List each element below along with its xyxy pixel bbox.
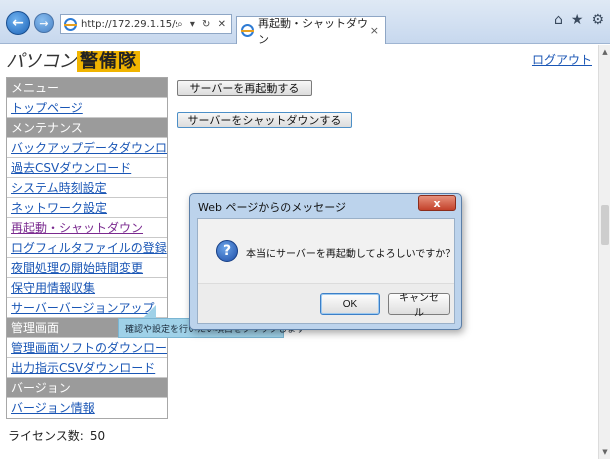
- home-icon[interactable]: ⌂: [554, 12, 563, 28]
- browser-chrome: ← → http://172.29.1.15/shut ⌕ ▾ ↻ ✕ 再起動・…: [0, 0, 610, 46]
- question-icon: ?: [216, 240, 238, 262]
- ok-button[interactable]: OK: [320, 293, 380, 315]
- license-label: ライセンス数:: [8, 429, 84, 443]
- close-icon: x: [433, 196, 441, 210]
- menu-item-night-process-time[interactable]: 夜間処理の開始時間変更: [7, 258, 167, 278]
- menu-item-output-csv-download[interactable]: 出力指示CSVダウンロード: [7, 358, 167, 378]
- tooltip-pointer: [142, 305, 156, 319]
- menu-item-maintenance-info[interactable]: 保守用情報収集: [7, 278, 167, 298]
- menu-header-version: バージョン: [7, 378, 167, 398]
- shutdown-server-button[interactable]: サーバーをシャットダウンする: [177, 112, 352, 128]
- logo-text: パソコン: [6, 51, 77, 72]
- menu-item-restart-shutdown[interactable]: 再起動・シャットダウン: [7, 218, 167, 238]
- logo: パソコン 警備隊: [6, 47, 140, 73]
- restart-server-button[interactable]: サーバーを再起動する: [177, 80, 312, 96]
- forward-button[interactable]: →: [34, 13, 54, 33]
- menu-item-past-csv-download[interactable]: 過去CSVダウンロード: [7, 158, 167, 178]
- menu-item-version-info[interactable]: バージョン情報: [7, 398, 167, 418]
- ie-tab-icon: [241, 24, 254, 37]
- scroll-up-icon[interactable]: ▲: [600, 46, 610, 58]
- confirm-dialog: Web ページからのメッセージ x ? 本当にサーバーを再起動してよろしいですか…: [189, 193, 462, 330]
- dialog-close-button[interactable]: x: [418, 195, 456, 211]
- cancel-button[interactable]: キャンセル: [388, 293, 450, 319]
- menu-item-top-page[interactable]: トップページ: [7, 98, 167, 118]
- tab-title: 再起動・シャットダウン: [258, 16, 368, 46]
- ie-page-icon: [64, 17, 77, 31]
- menu-item-log-filter[interactable]: ログフィルタファイルの登録: [7, 238, 167, 258]
- license-value: 50: [89, 429, 106, 443]
- menu-item-admin-soft-download[interactable]: 管理画面ソフトのダウンロード: [7, 338, 167, 358]
- favorites-star-icon[interactable]: ★: [571, 12, 584, 28]
- dialog-button-row: OK キャンセル: [198, 283, 454, 323]
- dialog-title: Web ページからのメッセージ: [198, 201, 347, 214]
- address-url: http://172.29.1.15/shut: [81, 18, 177, 30]
- menu-item-system-time[interactable]: システム時刻設定: [7, 178, 167, 198]
- menu-item-backup-download[interactable]: バックアップデータダウンロード: [7, 138, 167, 158]
- back-arrow-icon: ←: [12, 15, 24, 31]
- menu-header-maintenance: メンテナンス: [7, 118, 167, 138]
- gear-icon[interactable]: ⚙: [591, 12, 604, 28]
- dialog-body: ? 本当にサーバーを再起動してよろしいですか？ OK キャンセル: [197, 218, 455, 324]
- side-menu: メニュー トップページ メンテナンス バックアップデータダウンロード 過去CSV…: [6, 77, 168, 419]
- tab-restart-shutdown[interactable]: 再起動・シャットダウン ×: [236, 16, 386, 46]
- scroll-down-icon[interactable]: ▼: [600, 446, 610, 458]
- forward-arrow-icon: →: [39, 16, 49, 30]
- license-count: ライセンス数: 50: [8, 427, 105, 444]
- vertical-scrollbar[interactable]: ▲ ▼: [598, 45, 610, 459]
- tab-close-icon[interactable]: ×: [370, 24, 385, 37]
- scroll-thumb[interactable]: [601, 205, 609, 245]
- address-tools[interactable]: ⌕ ▾ ↻ ✕: [177, 19, 231, 30]
- back-button[interactable]: ←: [6, 11, 30, 35]
- dialog-message: 本当にサーバーを再起動してよろしいですか？: [246, 249, 456, 260]
- menu-item-network-settings[interactable]: ネットワーク設定: [7, 198, 167, 218]
- menu-header-menu: メニュー: [7, 78, 167, 98]
- chrome-toolbar: ⌂ ★ ⚙: [554, 12, 604, 28]
- address-bar[interactable]: http://172.29.1.15/shut ⌕ ▾ ↻ ✕: [60, 14, 232, 34]
- logout-link[interactable]: ログアウト: [532, 51, 592, 68]
- logo-mark: 警備隊: [77, 51, 140, 72]
